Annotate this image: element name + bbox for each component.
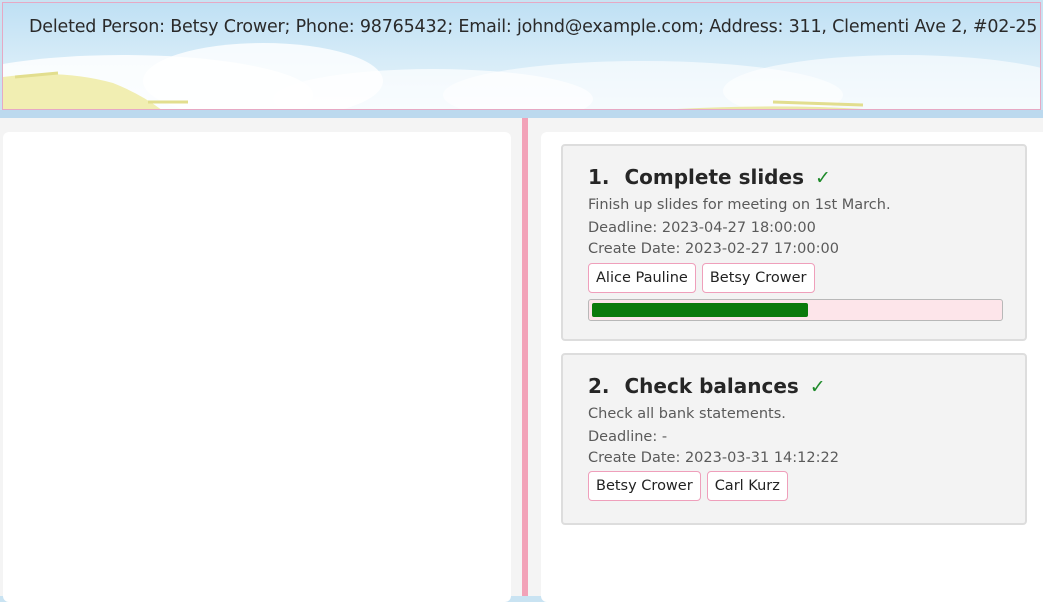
task-description: Check all bank statements. (588, 406, 786, 422)
result-display: Deleted Person: Betsy Crower; Phone: 987… (2, 2, 1041, 110)
task-index: 1. (588, 165, 610, 189)
tag-chip: Betsy Crower (701, 263, 815, 293)
task-card[interactable]: 2. Check balances ✓ Check all bank state… (561, 353, 1027, 525)
split-pane-divider[interactable] (522, 118, 528, 596)
task-tags: Alice Pauline Betsy Crower (588, 263, 815, 293)
separator-bar (0, 110, 1043, 118)
result-message: Deleted Person: Betsy Crower; Phone: 987… (29, 17, 1038, 37)
task-index: 2. (588, 374, 610, 398)
tag-chip: Betsy Crower (588, 471, 701, 501)
task-card[interactable]: 1. Complete slides ✓ Finish up slides fo… (561, 144, 1027, 341)
task-title-row: 2. Check balances ✓ (588, 374, 826, 398)
task-create-date: Create Date: 2023-03-31 14:12:22 (588, 450, 839, 466)
task-deadline: Deadline: 2023-04-27 18:00:00 (588, 220, 816, 236)
progress-fill (592, 303, 808, 317)
task-title: Complete slides (624, 165, 804, 189)
task-title: Check balances (624, 374, 799, 398)
task-deadline: Deadline: - (588, 429, 668, 445)
person-list-panel[interactable] (3, 132, 511, 602)
task-description: Finish up slides for meeting on 1st Marc… (588, 197, 891, 213)
task-progress-bar (588, 299, 1003, 321)
task-create-date: Create Date: 2023-02-27 17:00:00 (588, 241, 839, 257)
check-mark-icon: ✓ (814, 167, 831, 189)
task-title-row: 1. Complete slides ✓ (588, 165, 831, 189)
check-mark-icon: ✓ (809, 376, 826, 398)
tag-chip: Alice Pauline (588, 263, 696, 293)
task-tags: Betsy Crower Carl Kurz (588, 471, 788, 501)
tag-chip: Carl Kurz (706, 471, 788, 501)
